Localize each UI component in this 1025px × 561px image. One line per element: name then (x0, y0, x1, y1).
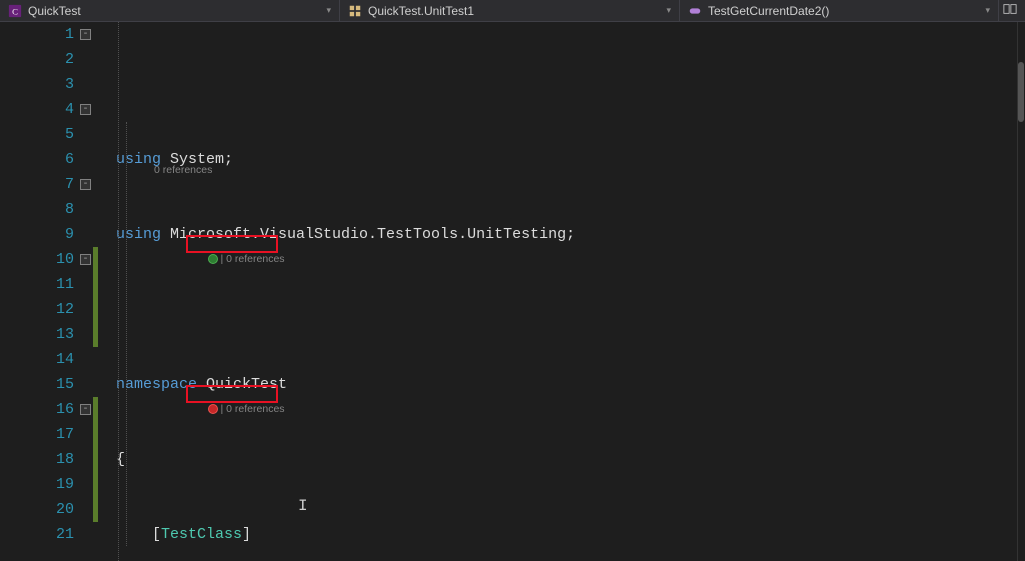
vertical-scrollbar[interactable] (1017, 22, 1025, 561)
nav-project-label: QuickTest (28, 4, 81, 18)
code-area[interactable]: using System; using Microsoft.VisualStud… (108, 22, 1017, 561)
line-number: 3 (0, 72, 74, 97)
line-number: 1 (0, 22, 74, 47)
change-indicator (93, 247, 98, 347)
line-number: 13 (0, 322, 74, 347)
nav-member-dropdown[interactable]: TestGetCurrentDate2() ▾ (680, 0, 999, 21)
scrollbar-thumb[interactable] (1018, 62, 1024, 122)
line-number: 12 (0, 297, 74, 322)
fold-toggle[interactable]: - (80, 104, 91, 115)
outline-margin: - - - - - (92, 22, 108, 561)
test-fail-icon (208, 404, 218, 414)
line-number: 15 (0, 372, 74, 397)
line-number: 17 (0, 422, 74, 447)
line-number: 8 (0, 197, 74, 222)
change-indicator (93, 397, 98, 522)
line-number: 10 (0, 247, 74, 272)
line-number: 2 (0, 47, 74, 72)
fold-toggle[interactable]: - (80, 254, 91, 265)
method-icon (688, 4, 702, 18)
csharp-project-icon: C (8, 4, 22, 18)
code-line[interactable]: [TestClass] (108, 522, 1017, 547)
line-number: 16 (0, 397, 74, 422)
line-number: 21 (0, 522, 74, 547)
fold-toggle[interactable]: - (80, 179, 91, 190)
navigation-bar: C QuickTest ▾ QuickTest.UnitTest1 ▾ Test… (0, 0, 1025, 22)
class-icon (348, 4, 362, 18)
nav-project-dropdown[interactable]: C QuickTest ▾ (0, 0, 340, 21)
line-number: 18 (0, 447, 74, 472)
fold-toggle[interactable]: - (80, 404, 91, 415)
line-number: 7 (0, 172, 74, 197)
line-number: 11 (0, 272, 74, 297)
chevron-down-icon: ▾ (985, 5, 990, 16)
fold-toggle[interactable]: - (80, 29, 91, 40)
line-number: 9 (0, 222, 74, 247)
codelens-method2[interactable]: | 0 references (190, 388, 285, 430)
svg-text:C: C (12, 6, 18, 16)
line-number: 5 (0, 122, 74, 147)
indent-guide (118, 22, 119, 561)
line-number-gutter: 1 2 3 4 5 6 7 8 9 10 11 12 13 14 15 16 1… (0, 22, 92, 561)
codelens-class-refs[interactable]: 0 references (154, 163, 212, 177)
code-editor[interactable]: 1 2 3 4 5 6 7 8 9 10 11 12 13 14 15 16 1… (0, 22, 1025, 561)
line-number: 4 (0, 97, 74, 122)
code-line[interactable] (108, 297, 1017, 322)
line-number: 14 (0, 347, 74, 372)
indent-guide (126, 122, 127, 546)
chevron-down-icon: ▾ (326, 5, 331, 16)
line-number: 6 (0, 147, 74, 172)
test-pass-icon (208, 254, 218, 264)
code-line[interactable]: using System; (108, 147, 1017, 172)
line-number: 19 (0, 472, 74, 497)
nav-class-dropdown[interactable]: QuickTest.UnitTest1 ▾ (340, 0, 680, 21)
code-line[interactable]: { (108, 447, 1017, 472)
codelens-method1[interactable]: | 0 references (190, 238, 285, 280)
chevron-down-icon: ▾ (666, 5, 671, 16)
split-view-icon[interactable] (1003, 2, 1021, 20)
line-number: 20 (0, 497, 74, 522)
nav-class-label: QuickTest.UnitTest1 (368, 4, 474, 18)
text-cursor: I (298, 494, 308, 519)
nav-member-label: TestGetCurrentDate2() (708, 4, 829, 18)
